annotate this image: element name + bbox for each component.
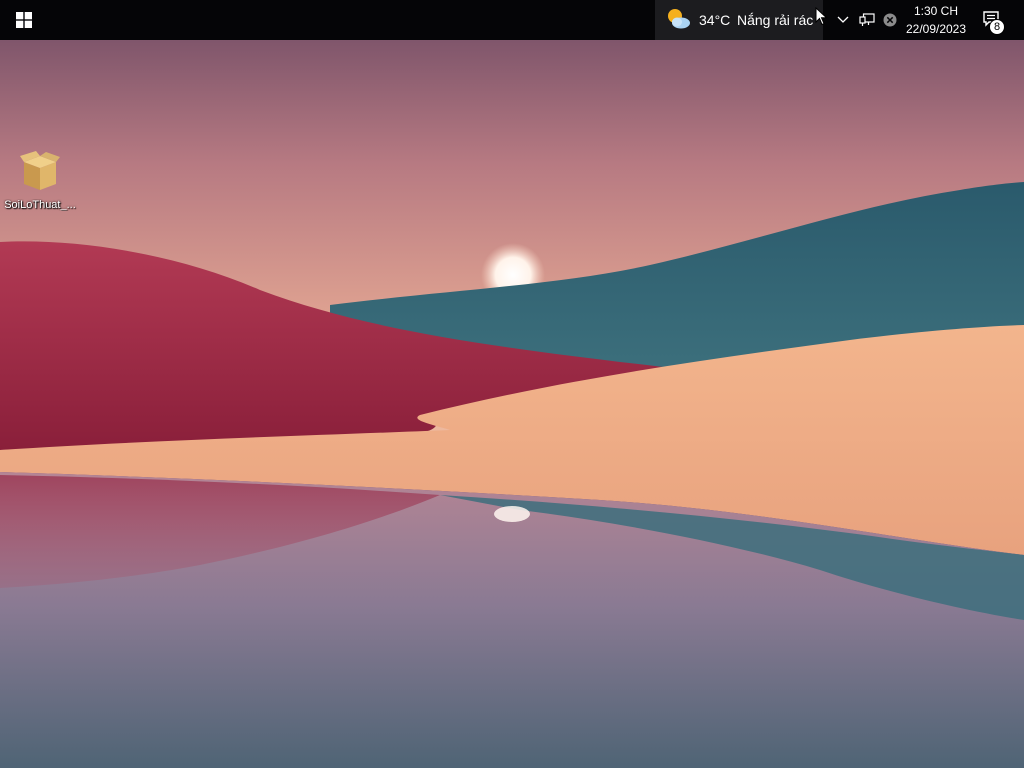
tray-close-button[interactable] [880, 0, 900, 40]
network-icon [859, 13, 875, 26]
clock-date: 22/09/2023 [905, 22, 967, 36]
taskbar-clock[interactable]: 1:30 CH 22/09/2023 [900, 0, 972, 40]
desktop-screen: SoiLoThuat_... 34°C Nắng rải rác 1:30 CH… [0, 0, 1024, 768]
weather-temperature: 34°C [699, 12, 731, 28]
mouse-cursor-icon [815, 7, 828, 26]
clock-time: 1:30 CH [913, 4, 959, 18]
windows-logo-icon [16, 12, 32, 28]
package-box-icon [20, 151, 60, 190]
desktop-icon-soilothuat[interactable]: SoiLoThuat_... [2, 146, 78, 216]
weather-condition: Nắng rải rác [737, 12, 814, 28]
show-hidden-icons-button[interactable] [834, 0, 852, 40]
desktop-icon-label: SoiLoThuat_... [4, 199, 76, 211]
start-button[interactable] [0, 0, 48, 40]
notification-count-badge: 8 [989, 19, 1005, 35]
weather-widget[interactable]: 34°C Nắng rải rác [655, 0, 823, 40]
network-tray-button[interactable] [856, 0, 878, 40]
chevron-up-icon [837, 16, 849, 23]
close-circle-icon [883, 13, 897, 27]
desktop-wallpaper [0, 0, 1024, 768]
taskbar: 34°C Nắng rải rác 1:30 CH 22/09/2023 8 [0, 0, 1024, 40]
sun-cloud-icon [668, 9, 690, 29]
